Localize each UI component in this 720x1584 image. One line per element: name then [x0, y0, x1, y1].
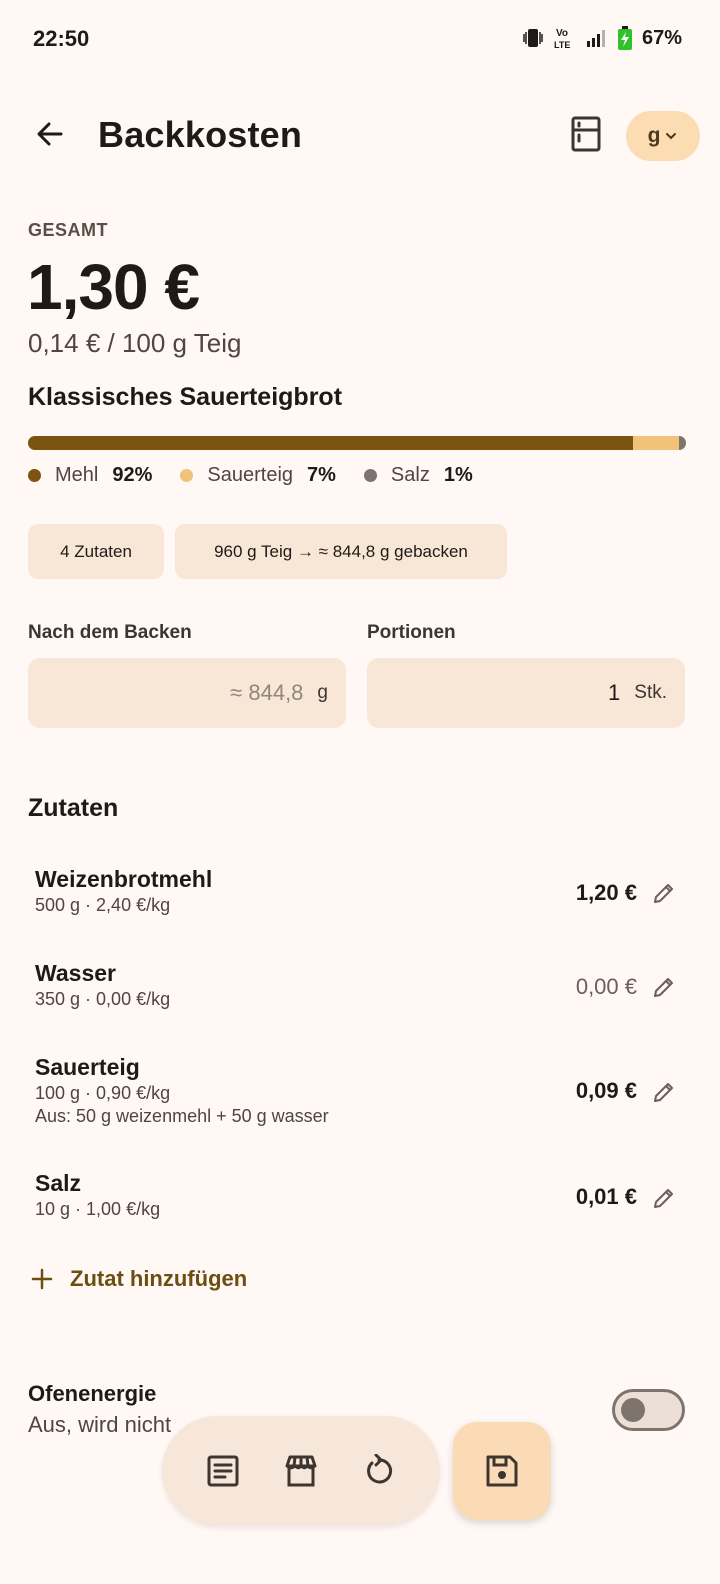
arrow-left-icon	[37, 122, 63, 146]
store-button[interactable]	[273, 1443, 329, 1499]
oven-energy-title: Ofenenergie	[28, 1381, 157, 1406]
pencil-icon[interactable]	[651, 1079, 677, 1105]
add-ingredient-label: Zutat hinzufügen	[70, 1266, 248, 1291]
battery-percent: 67%	[641, 26, 682, 49]
legend-item-mehl: Mehl 92%	[28, 464, 152, 487]
refresh-icon	[367, 1454, 393, 1484]
after-baking-unit: g	[317, 682, 328, 703]
cost-breakdown-bar	[28, 436, 686, 450]
back-button[interactable]	[28, 112, 72, 156]
total-overline: GESAMT	[28, 220, 109, 240]
volte-icon: Vo LTE	[554, 28, 570, 50]
pencil-icon[interactable]	[651, 1185, 677, 1211]
signal-icon	[586, 30, 605, 47]
cost-bar-segment-mehl	[28, 436, 634, 450]
portions-field[interactable]: 1 Stk.	[367, 658, 685, 728]
dough-weight-chip[interactable]: 960 g Teig → ≈ 844,8 g gebacken	[175, 524, 507, 579]
ingredient-note: Aus: 50 g weizenmehl + 50 g wasser	[35, 1106, 329, 1126]
recipe-button[interactable]	[195, 1443, 251, 1499]
legend-percent: 7%	[307, 464, 336, 486]
plus-icon	[31, 1268, 53, 1290]
status-time: 22:50	[33, 26, 90, 51]
after-baking-value: ≈ 844,8	[230, 680, 304, 705]
recipe-name: Klassisches Sauerteigbrot	[28, 383, 343, 411]
cost-legend: Mehl 92% Sauerteig 7% Salz 1%	[28, 464, 501, 487]
ingredient-price: 0,00 €	[575, 974, 637, 999]
svg-text:LTE: LTE	[554, 40, 570, 50]
cost-bar-segment-sauerteig	[633, 436, 680, 450]
unit-selector[interactable]: g	[626, 111, 700, 161]
ingredient-price: 0,09 €	[575, 1078, 637, 1103]
floppy-icon	[486, 1455, 518, 1487]
fridge-icon	[571, 116, 601, 152]
ingredient-name: Sauerteig	[35, 1054, 140, 1080]
ingredient-row[interactable]: Wasser 350 g · 0,00 €/kg 0,00 €	[35, 960, 685, 1020]
ingredient-row[interactable]: Salz 10 g · 1,00 €/kg 0,01 €	[35, 1170, 685, 1230]
oven-energy-toggle[interactable]	[612, 1389, 685, 1431]
legend-name: Salz	[390, 464, 430, 486]
bottom-toolbar	[162, 1416, 440, 1526]
after-baking-field[interactable]: ≈ 844,8 g	[28, 658, 346, 728]
after-baking-label: Nach dem Backen	[28, 622, 192, 643]
pencil-icon[interactable]	[651, 880, 677, 906]
legend-name: Mehl	[55, 464, 99, 486]
vibrate-icon	[523, 29, 543, 47]
legend-percent: 92%	[112, 464, 153, 486]
legend-dot	[180, 469, 194, 482]
portions-value: 1	[608, 680, 621, 705]
save-button[interactable]	[453, 1422, 551, 1520]
ingredient-row[interactable]: Weizenbrotmehl 500 g · 2,40 €/kg 1,20 €	[35, 866, 685, 926]
cost-per-100g: 0,14 € / 100 g Teig	[28, 328, 242, 358]
oven-energy-subtitle: Aus, wird nicht	[28, 1412, 172, 1437]
storefront-icon	[285, 1455, 317, 1487]
toggle-knob	[621, 1398, 645, 1422]
legend-dot	[363, 469, 377, 482]
portions-label: Portionen	[367, 622, 456, 643]
battery-icon	[617, 26, 632, 50]
page-title: Backkosten	[98, 114, 303, 155]
svg-text:Vo: Vo	[556, 28, 568, 39]
status-icons: Vo LTE 67%	[522, 26, 682, 50]
ingredients-count-chip[interactable]: 4 Zutaten	[28, 524, 164, 579]
ingredient-price: 0,01 €	[575, 1184, 637, 1209]
ingredient-price: 1,20 €	[575, 880, 637, 905]
add-ingredient-button[interactable]: Zutat hinzufügen	[30, 1266, 247, 1292]
legend-percent: 1%	[443, 464, 473, 486]
kitchen-button[interactable]	[562, 110, 610, 158]
total-cost: 1,30 €	[27, 251, 200, 323]
pencil-icon[interactable]	[651, 974, 677, 1000]
legend-item-salz: Salz 1%	[363, 464, 473, 487]
ingredient-row[interactable]: Sauerteig 100 g · 0,90 €/kg Aus: 50 g we…	[35, 1054, 685, 1134]
chevron-down-icon	[666, 133, 677, 140]
portions-unit: Stk.	[634, 682, 667, 703]
document-icon	[207, 1455, 239, 1487]
unit-selector-label: g	[647, 124, 661, 147]
legend-dot	[28, 469, 41, 482]
legend-item-sauerteig: Sauerteig 7%	[180, 464, 336, 487]
ingredients-title: Zutaten	[28, 794, 119, 822]
legend-name: Sauerteig	[207, 464, 294, 486]
reset-button[interactable]	[351, 1443, 407, 1499]
cost-bar-segment-salz	[679, 436, 686, 450]
